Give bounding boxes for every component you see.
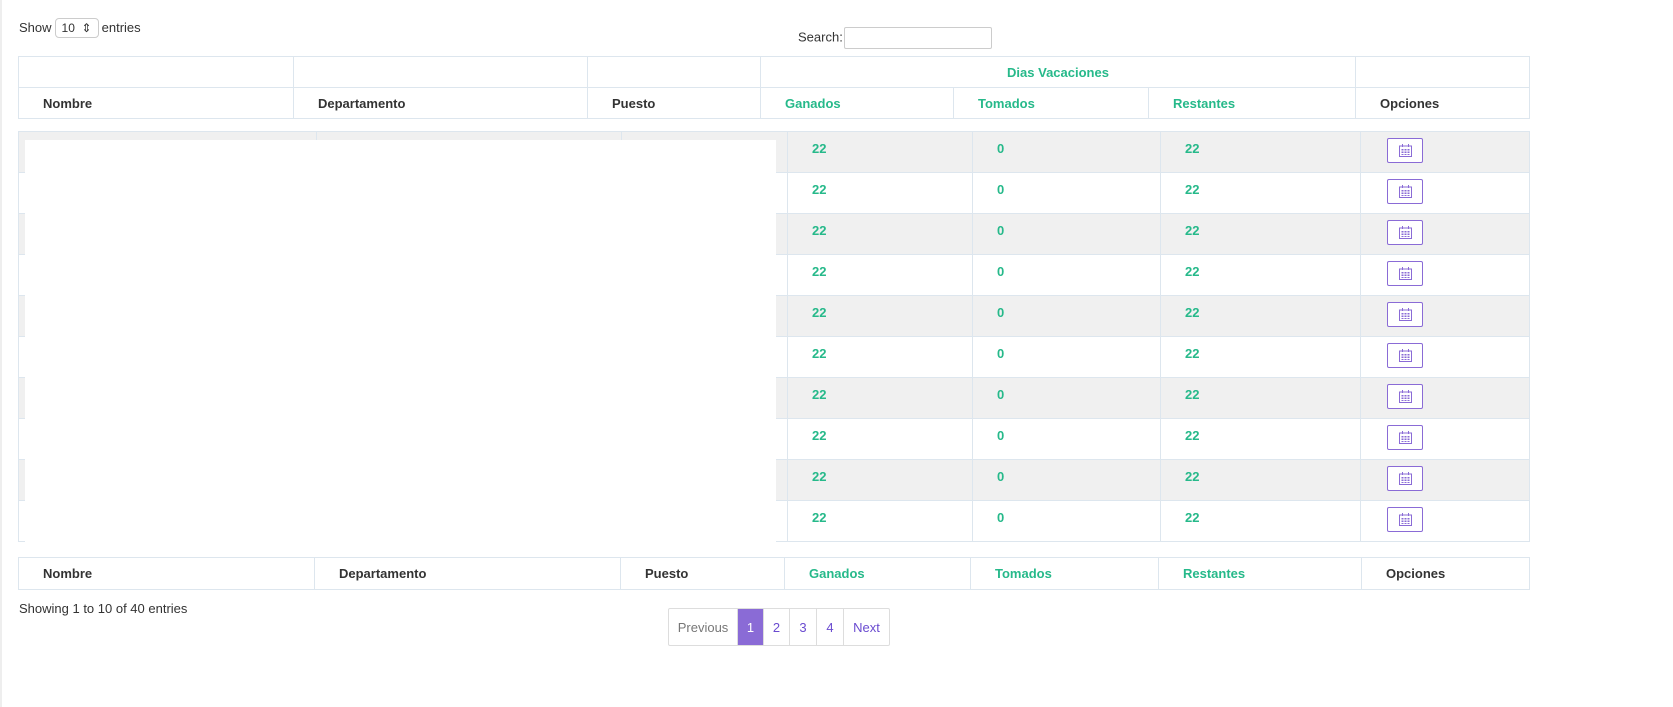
page-1-button[interactable]: 1 [738, 609, 764, 645]
length-control: Show 10 ⇕ entries [19, 18, 141, 38]
cell-opciones [1360, 254, 1530, 296]
cell-ganados: 22 [787, 213, 973, 255]
table-header: Dias Vacaciones Nombre Departamento Pues… [18, 56, 1531, 119]
cell-ganados: 22 [787, 377, 973, 419]
foot-nombre: Nombre [18, 557, 315, 590]
foot-opciones: Opciones [1361, 557, 1530, 590]
cell-ganados: 22 [787, 500, 973, 542]
group-header-dias-vacaciones: Dias Vacaciones [759, 56, 1357, 88]
cell-opciones [1360, 377, 1530, 419]
cell-opciones [1360, 500, 1530, 542]
foot-ganados: Ganados [784, 557, 971, 590]
col-puesto[interactable]: Puesto [587, 87, 761, 119]
vacation-calendar-button[interactable] [1387, 425, 1423, 450]
page-2-button[interactable]: 2 [764, 609, 790, 645]
foot-restantes: Restantes [1158, 557, 1362, 590]
cell-ganados: 22 [787, 131, 973, 173]
cell-restantes: 22 [1160, 377, 1361, 419]
next-button[interactable]: Next [844, 609, 889, 645]
header-spacer [293, 56, 588, 88]
col-nombre[interactable]: Nombre [18, 87, 294, 119]
foot-puesto: Puesto [620, 557, 785, 590]
cell-restantes: 22 [1160, 295, 1361, 337]
cell-tomados: 0 [972, 295, 1161, 337]
table-info: Showing 1 to 10 of 40 entries [19, 601, 188, 616]
cell-restantes: 22 [1160, 213, 1361, 255]
table-footer: Nombre Departamento Puesto Ganados Tomad… [18, 557, 1530, 590]
cell-ganados: 22 [787, 172, 973, 214]
vacation-calendar-button[interactable] [1387, 466, 1423, 491]
cell-restantes: 22 [1160, 172, 1361, 214]
entries-label: entries [101, 20, 141, 35]
pagination: Previous 1 2 3 4 Next [668, 608, 890, 646]
vacation-calendar-button[interactable] [1387, 343, 1423, 368]
cell-restantes: 22 [1160, 459, 1361, 501]
search-control: Search: [798, 27, 992, 49]
page-4-button[interactable]: 4 [817, 609, 844, 645]
cell-tomados: 0 [972, 500, 1161, 542]
cell-ganados: 22 [787, 254, 973, 296]
cell-ganados: 22 [787, 459, 973, 501]
show-label: Show [19, 20, 52, 35]
foot-tomados: Tomados [970, 557, 1159, 590]
page-edge [0, 0, 2, 707]
page-3-button[interactable]: 3 [790, 609, 817, 645]
vacation-calendar-button[interactable] [1387, 302, 1423, 327]
search-label: Search: [798, 29, 843, 45]
cell-opciones [1360, 459, 1530, 501]
header-spacer [1355, 56, 1531, 88]
vacation-calendar-button[interactable] [1387, 261, 1423, 286]
cell-ganados: 22 [787, 295, 973, 337]
vacation-calendar-button[interactable] [1387, 507, 1423, 532]
cell-restantes: 22 [1160, 131, 1361, 173]
cell-tomados: 0 [972, 213, 1161, 255]
vacation-calendar-button[interactable] [1387, 220, 1423, 245]
col-ganados[interactable]: Ganados [760, 87, 954, 119]
redacted-area [25, 140, 776, 545]
cell-tomados: 0 [972, 336, 1161, 378]
cell-tomados: 0 [972, 172, 1161, 214]
cell-opciones [1360, 213, 1530, 255]
vacation-calendar-button[interactable] [1387, 179, 1423, 204]
cell-restantes: 22 [1160, 336, 1361, 378]
header-spacer [587, 56, 761, 88]
cell-tomados: 0 [972, 377, 1161, 419]
cell-restantes: 22 [1160, 500, 1361, 542]
foot-departamento: Departamento [314, 557, 621, 590]
cell-tomados: 0 [972, 459, 1161, 501]
vacation-calendar-button[interactable] [1387, 138, 1423, 163]
header-spacer [18, 56, 294, 88]
entries-select-value: 10 [61, 21, 75, 35]
cell-ganados: 22 [787, 418, 973, 460]
cell-tomados: 0 [972, 418, 1161, 460]
cell-restantes: 22 [1160, 418, 1361, 460]
col-restantes[interactable]: Restantes [1147, 87, 1357, 119]
col-tomados[interactable]: Tomados [953, 87, 1149, 119]
cell-tomados: 0 [972, 131, 1161, 173]
entries-select[interactable]: 10 ⇕ [54, 18, 99, 38]
cell-opciones [1360, 172, 1530, 214]
cell-opciones [1360, 418, 1530, 460]
cell-opciones [1360, 336, 1530, 378]
vacation-calendar-button[interactable] [1387, 384, 1423, 409]
col-opciones[interactable]: Opciones [1355, 87, 1531, 119]
cell-opciones [1360, 295, 1530, 337]
cell-opciones [1360, 131, 1530, 173]
cell-ganados: 22 [787, 336, 973, 378]
previous-button[interactable]: Previous [669, 609, 738, 645]
col-departamento[interactable]: Departamento [293, 87, 588, 119]
search-input[interactable] [843, 27, 992, 49]
cell-tomados: 0 [972, 254, 1161, 296]
cell-restantes: 22 [1160, 254, 1361, 296]
